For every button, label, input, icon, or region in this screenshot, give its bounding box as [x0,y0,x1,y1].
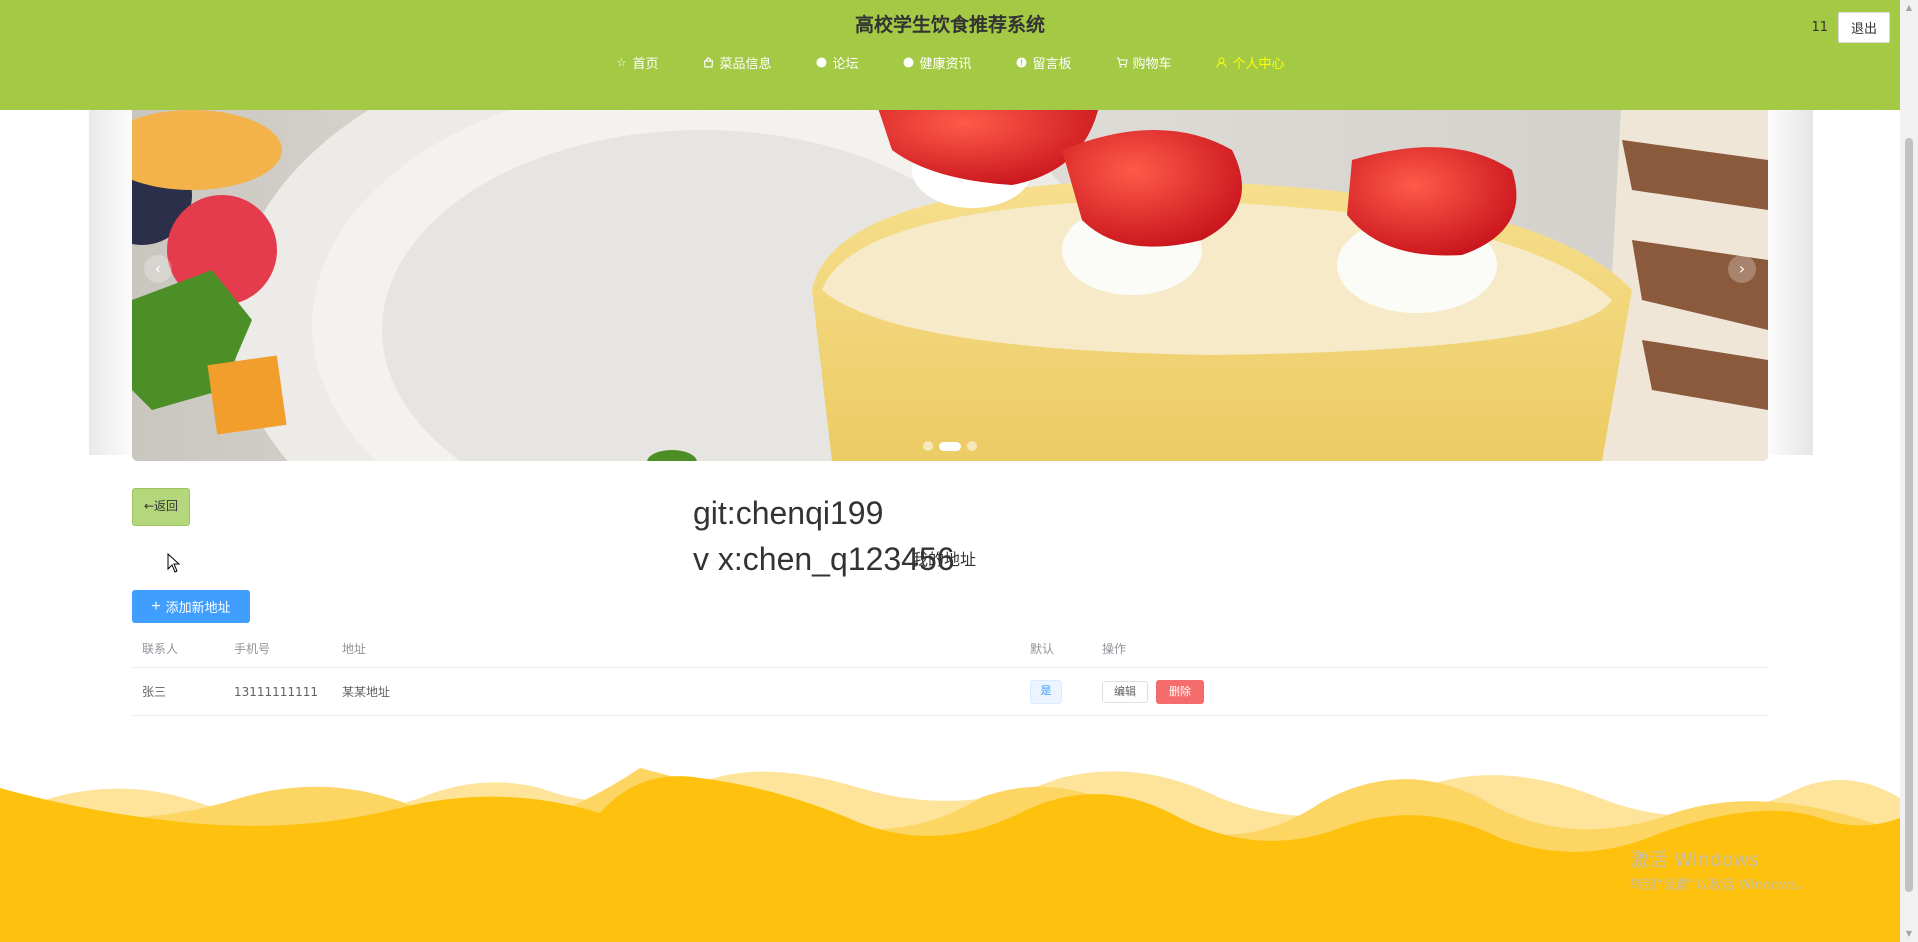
column-header-phone: 手机号 [234,641,271,656]
logout-button[interactable]: 退出 [1837,12,1890,43]
page: ‹ › 高校学生饮食推荐系统 ☆ 首页 菜品信息 论坛 健康资讯 留言板 购物车… [0,0,1900,942]
scroll-down-icon[interactable]: ▼ [1900,926,1918,942]
carousel-dot[interactable] [923,441,933,451]
scrollbar-thumb[interactable] [1905,138,1913,892]
scroll-up-icon[interactable]: ▲ [1900,0,1918,16]
mouse-cursor-icon [167,553,181,573]
default-tag: 是 [1030,679,1062,704]
column-header-address: 地址 [342,641,367,656]
cell-actions: 编辑 删除 [1102,679,1768,704]
nav-item-label: 健康资讯 [919,57,972,72]
edit-button[interactable]: 编辑 [1102,680,1148,703]
header-wave-decoration [0,92,1900,110]
main-nav: ☆ 首页 菜品信息 论坛 健康资讯 留言板 购物车 个人中心 [0,53,1900,72]
cart-icon [1116,56,1128,69]
cell-default: 是 [1030,679,1102,704]
bag-icon [702,56,714,69]
vertical-scrollbar[interactable]: ▲ ▼ [1900,0,1918,942]
nav-item-user-center[interactable]: 个人中心 [1216,53,1285,72]
column-header-actions: 操作 [1102,641,1127,656]
nav-item-label: 首页 [632,57,659,72]
column-header-contact: 联系人 [142,641,179,656]
address-table: 联系人 手机号 地址 默认 操作 张三 13111111111 某某地址 是 编… [132,629,1768,716]
nav-item-label: 论坛 [832,57,859,72]
banner-carousel[interactable]: ‹ › [132,90,1768,461]
activation-subtitle: 转到“设置”以激活 Windows。 [1630,878,1810,893]
footer-wave-decoration [0,768,1900,942]
nav-item-forum[interactable]: 论坛 [815,53,858,72]
carousel-next-button[interactable]: › [1728,255,1756,283]
cell-contact: 张三 [142,685,167,699]
nav-item-message-board[interactable]: 留言板 [1016,53,1072,72]
nav-item-label: 留言板 [1032,57,1072,72]
plus-icon: + [151,597,161,615]
site-title: 高校学生饮食推荐系统 [854,14,1045,36]
table-header: 联系人 手机号 地址 默认 操作 [132,629,1768,668]
nav-item-cart[interactable]: 购物车 [1116,53,1172,72]
page-title: 我的地址 [912,550,977,569]
cell-phone: 13111111111 [234,684,318,699]
banner-image [132,90,1768,461]
nav-item-health-news[interactable]: 健康资讯 [902,53,972,72]
user-area: 11 退出 [1811,12,1890,43]
nav-item-home[interactable]: ☆ 首页 [615,53,659,72]
watermark-line: git:chenqi199 [693,495,884,531]
carousel-dot[interactable] [967,441,977,451]
cell-address: 某某地址 [342,685,391,699]
carousel-prev-button[interactable]: ‹ [144,255,172,283]
back-button[interactable]: ←返回 [132,488,190,526]
delete-button[interactable]: 删除 [1156,679,1204,704]
column-header-default: 默认 [1030,641,1055,656]
user-id: 11 [1811,20,1828,35]
info-icon [902,57,914,69]
windows-activation-notice: 激活 Windows 转到“设置”以激活 Windows。 [1630,845,1810,893]
carousel-dot-active[interactable] [939,441,961,451]
add-address-label: 添加新地址 [165,600,231,615]
info-icon [815,57,827,69]
activation-title: 激活 Windows [1630,849,1759,871]
nav-item-dishes[interactable]: 菜品信息 [702,53,771,72]
nav-item-label: 个人中心 [1232,57,1285,72]
star-icon: ☆ [616,55,627,69]
nav-item-label: 菜品信息 [719,57,772,72]
table-row: 张三 13111111111 某某地址 是 编辑 删除 [132,668,1768,716]
add-address-button[interactable]: + 添加新地址 [132,590,250,623]
user-icon [1216,56,1228,69]
info-icon [1016,57,1028,69]
nav-item-label: 购物车 [1132,57,1172,72]
carousel-indicators [132,441,1768,451]
